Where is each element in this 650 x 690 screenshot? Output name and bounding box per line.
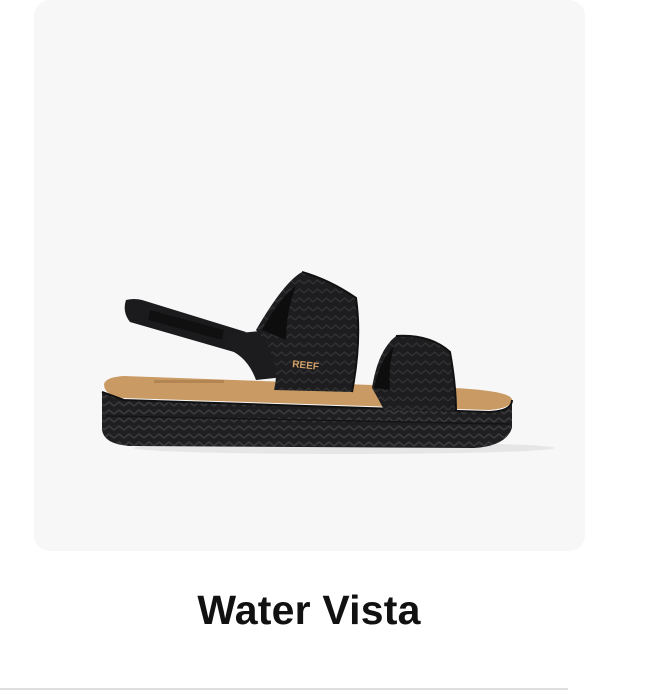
product-image[interactable]: REEF	[34, 0, 585, 551]
sandal-icon: REEF	[101, 271, 554, 454]
product-title[interactable]: Water Vista	[0, 584, 618, 636]
product-card[interactable]: REEF Water Vista	[0, 0, 650, 690]
